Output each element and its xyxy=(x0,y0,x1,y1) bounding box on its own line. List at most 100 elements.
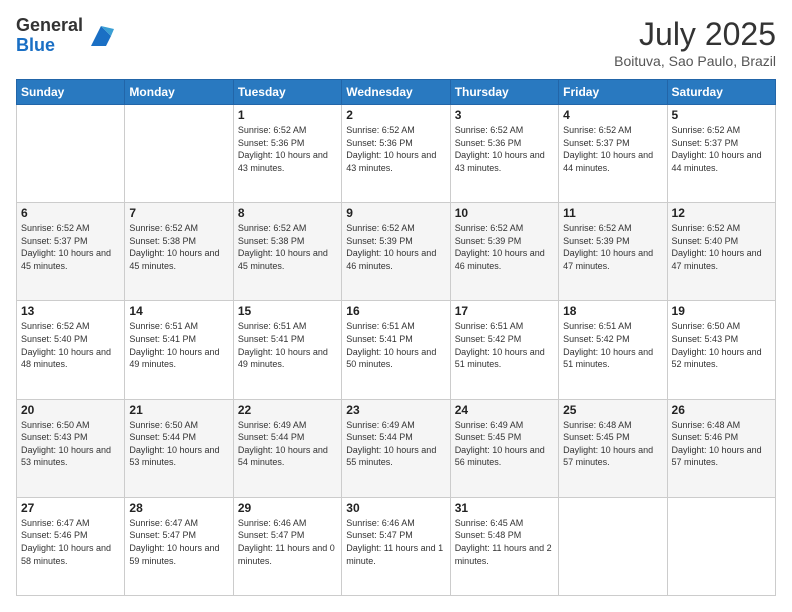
day-info: Sunrise: 6:52 AMSunset: 5:40 PMDaylight:… xyxy=(672,222,771,272)
calendar-cell: 28 Sunrise: 6:47 AMSunset: 5:47 PMDayligh… xyxy=(125,497,233,595)
calendar-cell: 10Sunrise: 6:52 AMSunset: 5:39 PMDayligh… xyxy=(450,203,558,301)
day-number: 6 xyxy=(21,206,120,220)
day-info: Sunrise: 6:52 AMSunset: 5:36 PMDaylight:… xyxy=(455,124,554,174)
logo-text: General Blue xyxy=(16,16,116,56)
weekday-header: Wednesday xyxy=(342,80,450,105)
day-number: 11 xyxy=(563,206,662,220)
calendar-header-row: SundayMondayTuesdayWednesdayThursdayFrid… xyxy=(17,80,776,105)
day-number: 15 xyxy=(238,304,337,318)
day-info: Sunrise: 6:46 AMSunset: 5:47 PMDaylight:… xyxy=(238,517,337,567)
calendar-cell: 9 Sunrise: 6:52 AMSunset: 5:39 PMDaylight… xyxy=(342,203,450,301)
day-number: 10 xyxy=(455,206,554,220)
day-number: 26 xyxy=(672,403,771,417)
day-number: 25 xyxy=(563,403,662,417)
calendar-cell: 29 Sunrise: 6:46 AMSunset: 5:47 PMDayligh… xyxy=(233,497,341,595)
day-info: Sunrise: 6:52 AMSunset: 5:36 PMDaylight:… xyxy=(346,124,445,174)
day-info: Sunrise: 6:52 AMSunset: 5:37 PMDaylight:… xyxy=(21,222,120,272)
day-info: Sunrise: 6:52 AMSunset: 5:40 PMDaylight:… xyxy=(21,320,120,370)
day-number: 21 xyxy=(129,403,228,417)
calendar-cell xyxy=(125,105,233,203)
calendar-cell: 20 Sunrise: 6:50 AMSunset: 5:43 PMDayligh… xyxy=(17,399,125,497)
calendar-cell: 25Sunrise: 6:48 AMSunset: 5:45 PMDayligh… xyxy=(559,399,667,497)
calendar-cell: 30 Sunrise: 6:46 AMSunset: 5:47 PMDayligh… xyxy=(342,497,450,595)
day-number: 19 xyxy=(672,304,771,318)
month-title: July 2025 xyxy=(614,16,776,53)
calendar-cell: 18Sunrise: 6:51 AMSunset: 5:42 PMDayligh… xyxy=(559,301,667,399)
calendar-cell: 14 Sunrise: 6:51 AMSunset: 5:41 PMDayligh… xyxy=(125,301,233,399)
calendar-cell: 8Sunrise: 6:52 AMSunset: 5:38 PMDaylight… xyxy=(233,203,341,301)
day-number: 18 xyxy=(563,304,662,318)
day-info: Sunrise: 6:45 AMSunset: 5:48 PMDaylight:… xyxy=(455,517,554,567)
calendar-cell: 13Sunrise: 6:52 AMSunset: 5:40 PMDayligh… xyxy=(17,301,125,399)
calendar-week-row: 20 Sunrise: 6:50 AMSunset: 5:43 PMDayligh… xyxy=(17,399,776,497)
day-number: 4 xyxy=(563,108,662,122)
day-number: 5 xyxy=(672,108,771,122)
day-info: Sunrise: 6:51 AMSunset: 5:42 PMDaylight:… xyxy=(455,320,554,370)
day-number: 22 xyxy=(238,403,337,417)
day-info: Sunrise: 6:51 AMSunset: 5:41 PMDaylight:… xyxy=(238,320,337,370)
day-info: Sunrise: 6:52 AMSunset: 5:39 PMDaylight:… xyxy=(346,222,445,272)
logo: General Blue xyxy=(16,16,116,56)
weekday-header: Thursday xyxy=(450,80,558,105)
calendar-table: SundayMondayTuesdayWednesdayThursdayFrid… xyxy=(16,79,776,596)
calendar-cell: 4 Sunrise: 6:52 AMSunset: 5:37 PMDaylight… xyxy=(559,105,667,203)
header: General Blue July 2025 Boituva, Sao Paul… xyxy=(16,16,776,69)
page: General Blue July 2025 Boituva, Sao Paul… xyxy=(0,0,792,612)
day-info: Sunrise: 6:49 AMSunset: 5:44 PMDaylight:… xyxy=(346,419,445,469)
day-number: 2 xyxy=(346,108,445,122)
day-info: Sunrise: 6:51 AMSunset: 5:41 PMDaylight:… xyxy=(346,320,445,370)
day-info: Sunrise: 6:50 AMSunset: 5:44 PMDaylight:… xyxy=(129,419,228,469)
calendar-cell: 15 Sunrise: 6:51 AMSunset: 5:41 PMDayligh… xyxy=(233,301,341,399)
day-info: Sunrise: 6:52 AMSunset: 5:36 PMDaylight:… xyxy=(238,124,337,174)
day-info: Sunrise: 6:46 AMSunset: 5:47 PMDaylight:… xyxy=(346,517,445,567)
calendar-cell xyxy=(17,105,125,203)
day-number: 1 xyxy=(238,108,337,122)
day-info: Sunrise: 6:49 AMSunset: 5:45 PMDaylight:… xyxy=(455,419,554,469)
calendar-cell: 6 Sunrise: 6:52 AMSunset: 5:37 PMDaylight… xyxy=(17,203,125,301)
calendar-week-row: 27 Sunrise: 6:47 AMSunset: 5:46 PMDayligh… xyxy=(17,497,776,595)
calendar-cell: 27 Sunrise: 6:47 AMSunset: 5:46 PMDayligh… xyxy=(17,497,125,595)
title-block: July 2025 Boituva, Sao Paulo, Brazil xyxy=(614,16,776,69)
calendar-cell: 11 Sunrise: 6:52 AMSunset: 5:39 PMDayligh… xyxy=(559,203,667,301)
calendar-cell xyxy=(559,497,667,595)
day-number: 29 xyxy=(238,501,337,515)
weekday-header: Saturday xyxy=(667,80,775,105)
location: Boituva, Sao Paulo, Brazil xyxy=(614,53,776,69)
day-info: Sunrise: 6:47 AMSunset: 5:46 PMDaylight:… xyxy=(21,517,120,567)
day-number: 9 xyxy=(346,206,445,220)
calendar-cell: 19 Sunrise: 6:50 AMSunset: 5:43 PMDayligh… xyxy=(667,301,775,399)
weekday-header: Tuesday xyxy=(233,80,341,105)
day-number: 20 xyxy=(21,403,120,417)
calendar-cell: 5Sunrise: 6:52 AMSunset: 5:37 PMDaylight… xyxy=(667,105,775,203)
calendar-cell xyxy=(667,497,775,595)
day-number: 8 xyxy=(238,206,337,220)
day-number: 27 xyxy=(21,501,120,515)
calendar-cell: 24 Sunrise: 6:49 AMSunset: 5:45 PMDayligh… xyxy=(450,399,558,497)
calendar-cell: 23 Sunrise: 6:49 AMSunset: 5:44 PMDayligh… xyxy=(342,399,450,497)
day-number: 23 xyxy=(346,403,445,417)
calendar-cell: 16Sunrise: 6:51 AMSunset: 5:41 PMDayligh… xyxy=(342,301,450,399)
day-number: 17 xyxy=(455,304,554,318)
calendar-week-row: 6 Sunrise: 6:52 AMSunset: 5:37 PMDaylight… xyxy=(17,203,776,301)
calendar-cell: 2 Sunrise: 6:52 AMSunset: 5:36 PMDaylight… xyxy=(342,105,450,203)
day-number: 24 xyxy=(455,403,554,417)
weekday-header: Sunday xyxy=(17,80,125,105)
day-info: Sunrise: 6:49 AMSunset: 5:44 PMDaylight:… xyxy=(238,419,337,469)
day-number: 12 xyxy=(672,206,771,220)
calendar-cell: 3 Sunrise: 6:52 AMSunset: 5:36 PMDaylight… xyxy=(450,105,558,203)
calendar-cell: 31 Sunrise: 6:45 AMSunset: 5:48 PMDayligh… xyxy=(450,497,558,595)
calendar-cell: 12 Sunrise: 6:52 AMSunset: 5:40 PMDayligh… xyxy=(667,203,775,301)
day-number: 28 xyxy=(129,501,228,515)
day-number: 30 xyxy=(346,501,445,515)
day-number: 3 xyxy=(455,108,554,122)
day-info: Sunrise: 6:51 AMSunset: 5:41 PMDaylight:… xyxy=(129,320,228,370)
day-number: 31 xyxy=(455,501,554,515)
calendar-cell: 26Sunrise: 6:48 AMSunset: 5:46 PMDayligh… xyxy=(667,399,775,497)
logo-blue: Blue xyxy=(16,35,55,55)
day-info: Sunrise: 6:50 AMSunset: 5:43 PMDaylight:… xyxy=(21,419,120,469)
day-info: Sunrise: 6:52 AMSunset: 5:37 PMDaylight:… xyxy=(563,124,662,174)
day-number: 14 xyxy=(129,304,228,318)
day-info: Sunrise: 6:52 AMSunset: 5:39 PMDaylight:… xyxy=(563,222,662,272)
day-info: Sunrise: 6:47 AMSunset: 5:47 PMDaylight:… xyxy=(129,517,228,567)
day-info: Sunrise: 6:50 AMSunset: 5:43 PMDaylight:… xyxy=(672,320,771,370)
